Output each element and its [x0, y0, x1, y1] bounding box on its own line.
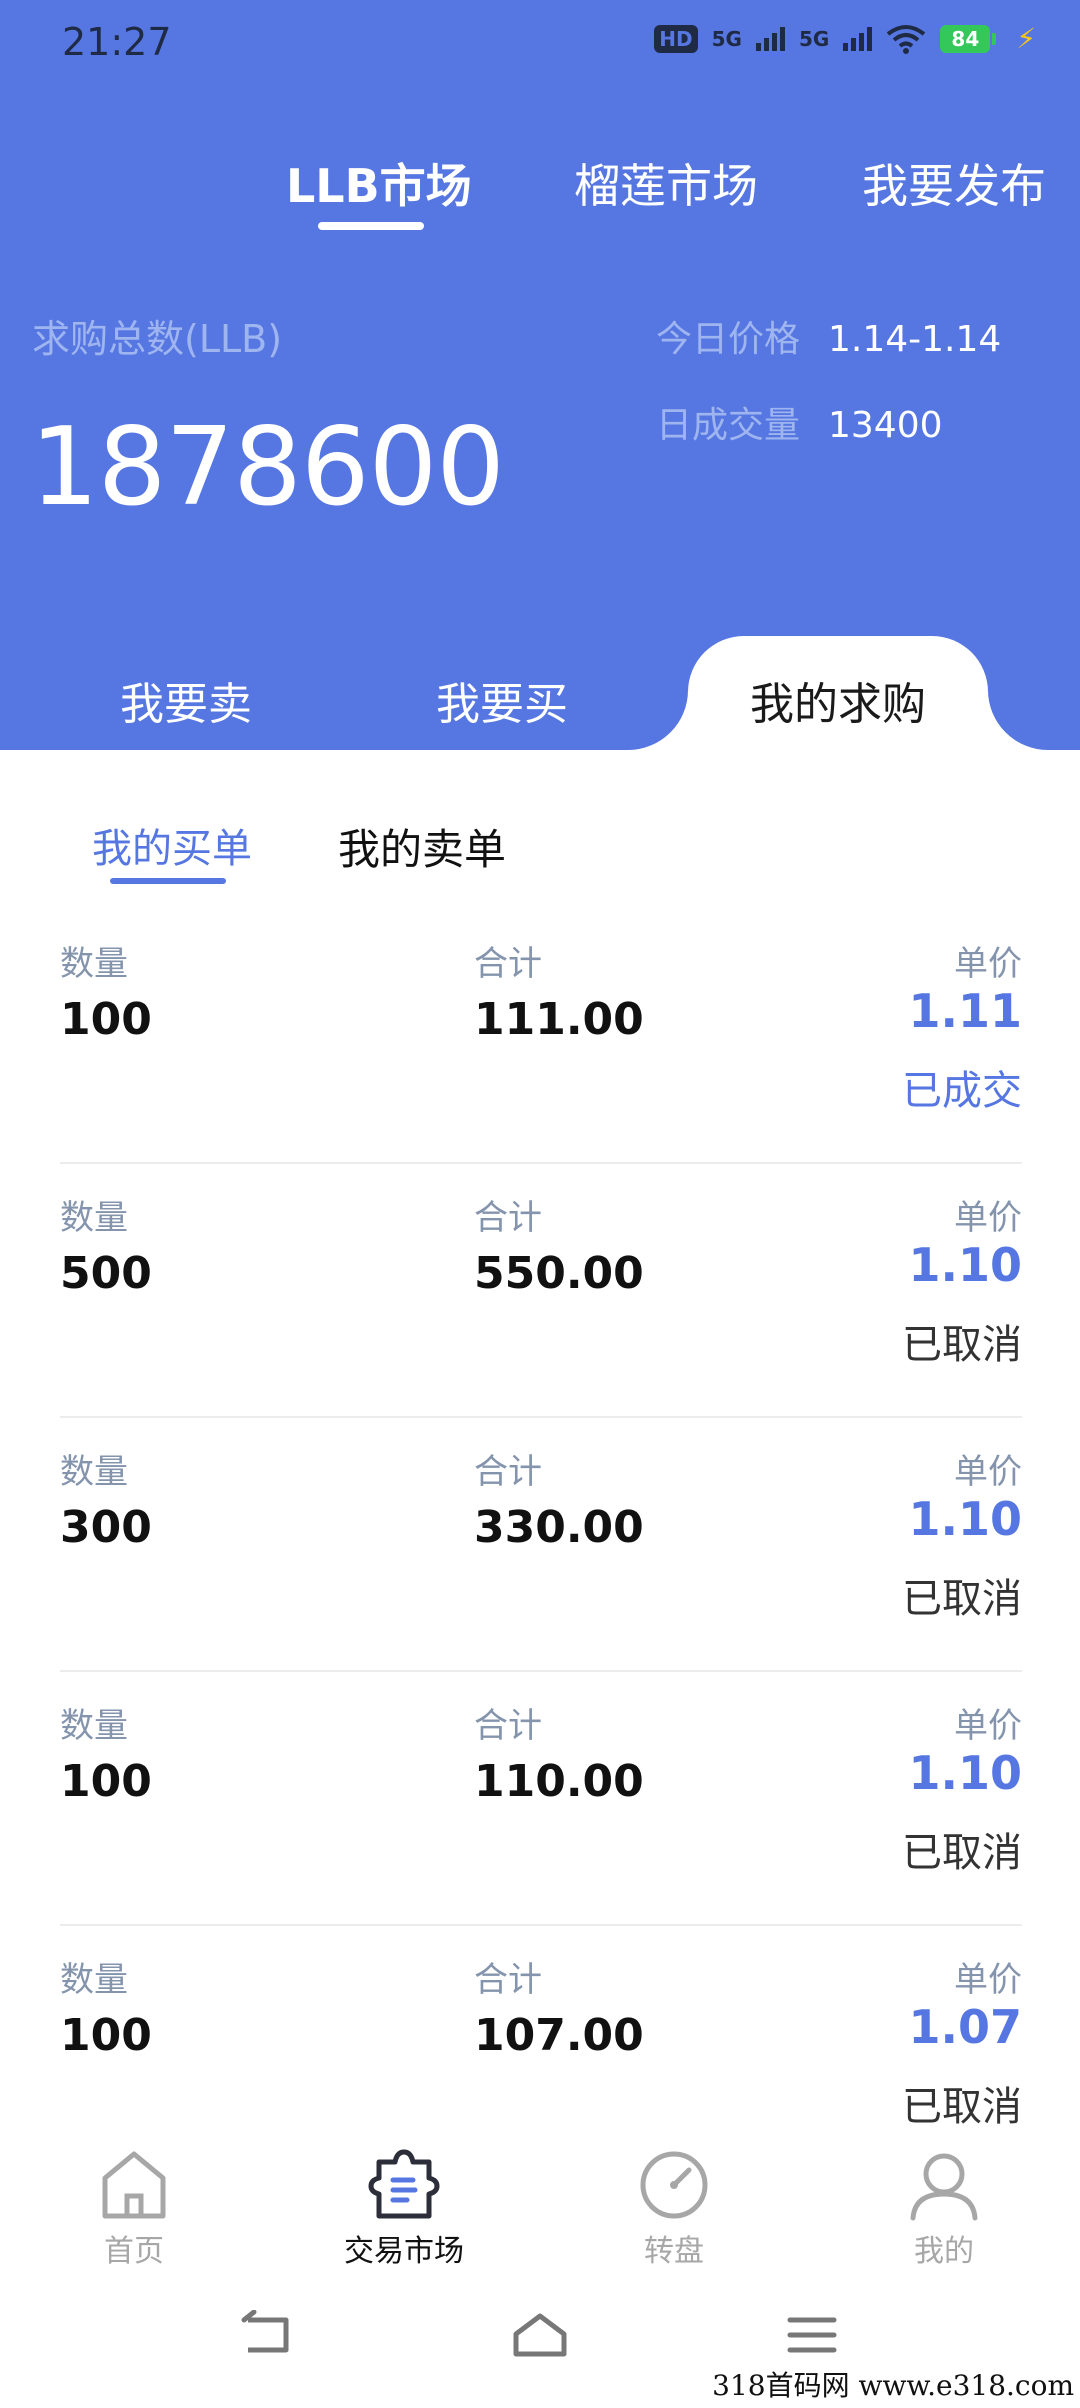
order-status: 已取消 [902, 1576, 1022, 1622]
order-total: 111.00 [474, 994, 644, 1045]
order-unit-price: 1.10 [908, 1238, 1023, 1292]
system-navigation-bar: 318首码网 www.e318.com [0, 2290, 1080, 2408]
battery-level: 84 [940, 24, 991, 53]
order-status: 已取消 [902, 2084, 1022, 2130]
tab-publish[interactable]: 我要发布 [862, 150, 1046, 216]
tab-llb-market[interactable]: LLB市场 [286, 150, 472, 216]
total-label: 合计 [474, 1960, 542, 2000]
nav-home-label: 首页 [104, 2234, 164, 2269]
menu-icon[interactable] [784, 2310, 840, 2360]
unit-price-label: 单价 [954, 1198, 1022, 1238]
today-price-value: 1.14-1.14 [828, 319, 1002, 360]
signal-5g-label: 5G [711, 26, 742, 51]
today-price-label: 今日价格 [656, 319, 801, 360]
daily-volume-value: 13400 [828, 405, 943, 446]
hd-icon: HD [654, 24, 698, 53]
unit-price-label: 单价 [954, 1452, 1022, 1492]
wheel-icon [640, 2151, 708, 2219]
order-row[interactable]: 数量 合计 单价 100 107.00 1.07 已取消 [60, 1926, 1022, 2140]
order-total: 110.00 [474, 1756, 644, 1807]
order-unit-price: 1.10 [908, 1492, 1023, 1546]
order-quantity: 500 [60, 1248, 152, 1299]
status-bar: 21:27 HD 5G 5G 84 ⚡ [0, 0, 1080, 90]
order-quantity: 100 [60, 2010, 152, 2061]
back-icon[interactable] [240, 2310, 296, 2360]
unit-price-label: 单价 [954, 1960, 1022, 2000]
tab-my-requests[interactable]: 我的求购 [750, 668, 926, 732]
tab-my-buy-orders[interactable]: 我的买单 [92, 816, 252, 874]
order-status: 已取消 [902, 1322, 1022, 1368]
tab-durian-market[interactable]: 榴莲市场 [574, 150, 758, 216]
total-label: 合计 [474, 1706, 542, 1746]
orders-panel: 我的买单 我的卖单 数量 合计 单价 100 111.00 1.11 已成交 数… [0, 750, 1080, 2140]
home-icon [102, 2151, 166, 2219]
total-demand-value: 1878600 [30, 405, 505, 530]
nav-profile-label: 我的 [914, 2234, 974, 2269]
trade-tabs: 我要卖 我要买 我的求购 [0, 636, 1080, 750]
daily-volume-label: 日成交量 [656, 405, 801, 446]
order-total: 107.00 [474, 2010, 644, 2061]
quantity-label: 数量 [60, 1452, 128, 1492]
order-unit-price: 1.10 [908, 1746, 1023, 1800]
order-status: 已成交 [902, 1068, 1022, 1114]
sub-tab-indicator [110, 878, 226, 884]
active-tab-indicator [318, 222, 424, 230]
order-row[interactable]: 数量 合计 单价 500 550.00 1.10 已取消 [60, 1164, 1022, 1418]
watermark: 318首码网 www.e318.com [712, 2369, 1074, 2402]
quantity-label: 数量 [60, 1706, 128, 1746]
total-label: 合计 [474, 944, 542, 984]
signal-bars-icon-2 [843, 26, 873, 51]
bottom-nav: 首页 交易市场 转盘 我的 [0, 2140, 1080, 2280]
nav-market[interactable]: 交易市场 [304, 2140, 504, 2270]
charging-icon: ⚡ [1016, 22, 1036, 55]
nav-profile[interactable]: 我的 [844, 2140, 1044, 2270]
signal-bars-icon [755, 26, 785, 51]
status-icons: HD 5G 5G 84 ⚡ [654, 22, 1036, 55]
order-total: 330.00 [474, 1502, 644, 1553]
market-tabs: LLB市场 榴莲市场 我要发布 [0, 140, 1080, 240]
order-row[interactable]: 数量 合计 单价 100 110.00 1.10 已取消 [60, 1672, 1022, 1926]
profile-icon [910, 2153, 978, 2221]
unit-price-label: 单价 [954, 944, 1022, 984]
order-quantity: 300 [60, 1502, 152, 1553]
order-status: 已取消 [902, 1830, 1022, 1876]
total-label: 合计 [474, 1452, 542, 1492]
order-row[interactable]: 数量 合计 单价 300 330.00 1.10 已取消 [60, 1418, 1022, 1672]
tab-buy[interactable]: 我要买 [436, 668, 568, 732]
order-total: 550.00 [474, 1248, 644, 1299]
quantity-label: 数量 [60, 1198, 128, 1238]
order-unit-price: 1.07 [908, 2000, 1023, 2054]
tab-my-sell-orders[interactable]: 我的卖单 [338, 816, 506, 877]
nav-wheel-label: 转盘 [644, 2234, 704, 2269]
wifi-icon [887, 24, 926, 54]
nav-wheel[interactable]: 转盘 [574, 2140, 774, 2270]
nav-home[interactable]: 首页 [34, 2140, 234, 2270]
order-quantity: 100 [60, 1756, 152, 1807]
order-unit-price: 1.11 [908, 984, 1023, 1038]
home-nav-icon[interactable] [510, 2310, 570, 2360]
order-quantity: 100 [60, 994, 152, 1045]
nav-market-label: 交易市场 [344, 2234, 464, 2269]
battery-icon: 84 [940, 24, 997, 53]
daily-volume-row: 日成交量 13400 [656, 396, 943, 448]
total-label: 合计 [474, 1198, 542, 1238]
signal-5g-label-2: 5G [798, 26, 830, 51]
total-demand-label: 求购总数(LLB) [32, 317, 283, 361]
unit-price-label: 单价 [954, 1706, 1022, 1746]
today-price-row: 今日价格 1.14-1.14 [656, 310, 1001, 362]
market-icon [368, 2149, 440, 2219]
quantity-label: 数量 [60, 944, 128, 984]
order-row[interactable]: 数量 合计 单价 100 111.00 1.11 已成交 [60, 910, 1022, 1164]
status-time: 21:27 [62, 20, 172, 64]
quantity-label: 数量 [60, 1960, 128, 2000]
tab-sell[interactable]: 我要卖 [120, 668, 252, 732]
